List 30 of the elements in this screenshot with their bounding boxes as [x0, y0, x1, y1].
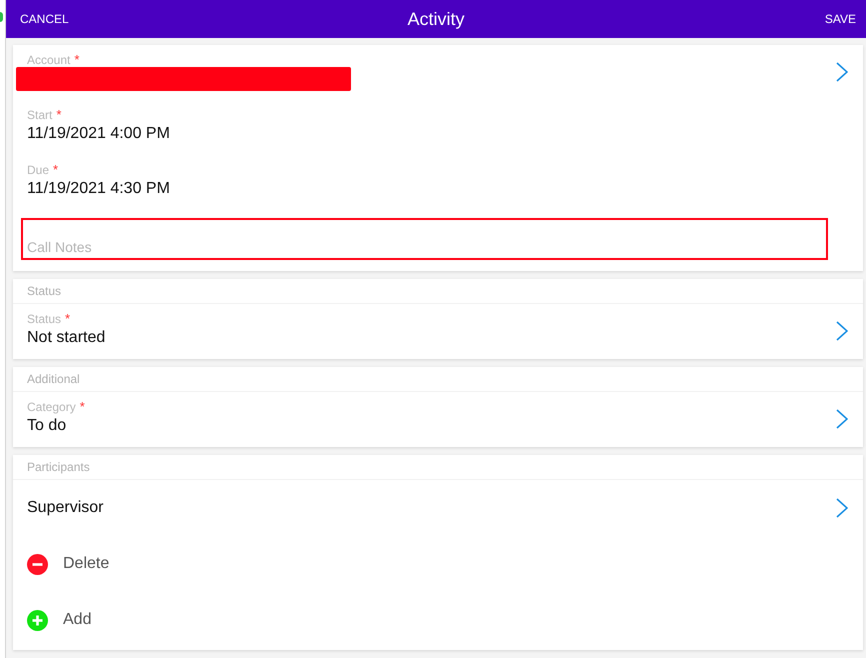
- save-button[interactable]: SAVE: [820, 8, 860, 30]
- delete-button[interactable]: Delete: [27, 554, 110, 574]
- field-label: Status: [27, 312, 62, 326]
- screen-title: Activity: [407, 8, 464, 30]
- add-button[interactable]: Add: [27, 610, 92, 630]
- field-value[interactable]: 11/19/2021 4:00 PM: [27, 122, 848, 146]
- cancel-button[interactable]: CANCEL: [16, 8, 73, 30]
- required-asterisk: *: [56, 108, 62, 122]
- field-label: Category: [27, 400, 76, 414]
- section-heading: Additional: [27, 372, 80, 386]
- field-value: To do: [27, 416, 68, 436]
- chevron-right-icon[interactable]: [836, 321, 848, 341]
- section-heading: Status: [27, 284, 62, 298]
- required-asterisk: *: [74, 53, 80, 67]
- section-heading: Participants: [27, 460, 90, 474]
- required-asterisk: *: [80, 400, 85, 414]
- participant-item[interactable]: Supervisor: [27, 498, 104, 518]
- chevron-right-icon[interactable]: [836, 498, 848, 518]
- call-notes-field[interactable]: Call Notes: [21, 218, 828, 260]
- required-asterisk: *: [65, 312, 70, 326]
- plus-circle-icon: [27, 610, 48, 630]
- chevron-right-icon[interactable]: [836, 62, 848, 82]
- chevron-right-icon[interactable]: [836, 409, 848, 429]
- field-label: Start: [27, 108, 52, 122]
- required-asterisk: *: [53, 163, 58, 177]
- field-value[interactable]: 11/19/2021 4:30 PM: [27, 177, 848, 201]
- field-value: Not started: [27, 328, 106, 348]
- minus-circle-icon: [27, 554, 48, 574]
- field-label: Account: [27, 53, 70, 67]
- field-label: Due: [27, 163, 50, 177]
